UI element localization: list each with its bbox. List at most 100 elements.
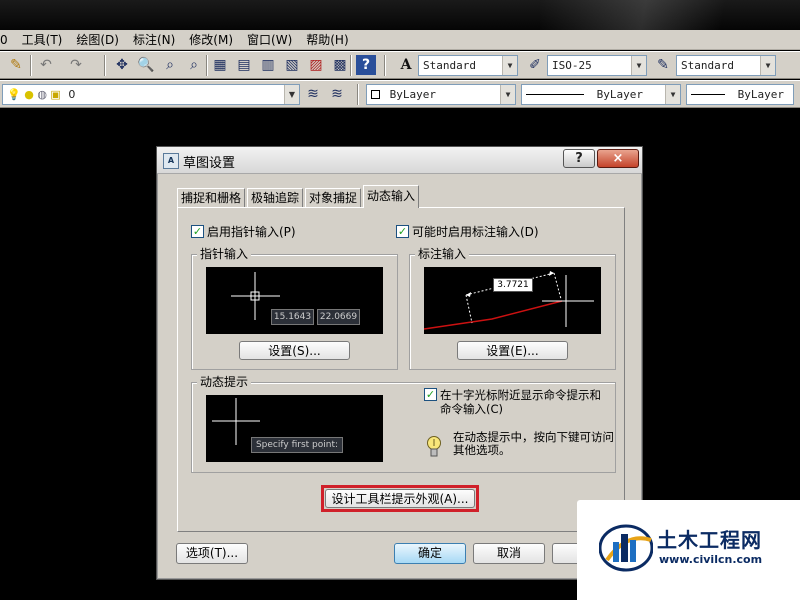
tab-dynamic-input[interactable]: 动态输入 bbox=[363, 185, 420, 208]
redo-icon[interactable]: ↷ bbox=[66, 55, 86, 75]
enable-pointer-input-label: 启用指针输入(P) bbox=[207, 225, 296, 239]
help-icon[interactable]: ? bbox=[356, 55, 376, 75]
layer-previous-icon[interactable]: ≋ bbox=[327, 84, 347, 104]
dialog-title-bar[interactable]: A 草图设置 ? × bbox=[157, 147, 642, 174]
dim-style-icon[interactable]: ✐ bbox=[525, 55, 545, 75]
pan-icon[interactable]: ✥ bbox=[112, 55, 132, 75]
toolbar-separator bbox=[206, 55, 208, 76]
menu-item-tools[interactable]: 工具(T) bbox=[15, 30, 70, 50]
tooltip-appearance-button[interactable]: 设计工具栏提示外观(A)... bbox=[325, 489, 475, 508]
title-help-button[interactable]: ? bbox=[563, 149, 595, 168]
lineweight-select[interactable]: ByLayer bbox=[686, 84, 794, 105]
watermark-title: 土木工程网 bbox=[657, 528, 762, 552]
match-properties-icon[interactable]: ✎ bbox=[6, 55, 26, 75]
show-command-prompts-label: 在十字光标附近显示命令提示和命令输入(C) bbox=[440, 388, 601, 416]
dynamic-prompts-label: 动态提示 bbox=[197, 375, 252, 389]
layer-color-icon: ▣ bbox=[50, 88, 61, 101]
pointer-input-label: 指针输入 bbox=[197, 247, 252, 261]
toolbar-separator bbox=[350, 55, 352, 76]
tab-polar-tracking[interactable]: 极轴追踪 bbox=[247, 188, 304, 207]
dynamic-prompts-preview: Specify first point: bbox=[206, 395, 383, 462]
dim-style-select[interactable]: ISO-25 ▼ bbox=[547, 55, 647, 76]
zoom-previous-icon[interactable]: ⌕ bbox=[184, 55, 204, 75]
menu-item-partial[interactable]: 0 bbox=[0, 30, 15, 50]
dimension-input-preview: 3.7721 bbox=[424, 267, 601, 334]
linetype-value: ByLayer bbox=[596, 88, 643, 101]
tip-text: 在动态提示中，按向下键可访问其他选项。 bbox=[453, 430, 614, 457]
table-style-value: Standard bbox=[681, 59, 734, 72]
site-watermark: 土木工程网 www.civilcn.com bbox=[577, 500, 800, 600]
application-title-bar bbox=[0, 0, 800, 30]
calculator-icon[interactable]: ▩ bbox=[330, 55, 350, 75]
properties-icon[interactable]: ▦ bbox=[210, 55, 230, 75]
chevron-down-icon[interactable]: ▼ bbox=[284, 85, 299, 104]
dimension-input-label: 标注输入 bbox=[415, 247, 470, 261]
menu-item-draw[interactable]: 绘图(D) bbox=[69, 30, 126, 50]
text-style-icon[interactable]: A bbox=[396, 55, 416, 75]
layer-value: 0 bbox=[68, 88, 76, 101]
color-swatch bbox=[371, 90, 380, 99]
markup-icon[interactable]: ▨ bbox=[306, 55, 326, 75]
design-center-icon[interactable]: ▤ bbox=[234, 55, 254, 75]
make-current-icon[interactable]: ≋ bbox=[303, 84, 323, 104]
chevron-down-icon[interactable]: ▼ bbox=[500, 85, 515, 104]
checkmark-icon[interactable]: ✓ bbox=[396, 225, 409, 238]
civilcn-logo-icon bbox=[599, 524, 653, 572]
dialog-title: 草图设置 bbox=[183, 156, 236, 171]
color-select[interactable]: ByLayer ▼ bbox=[366, 84, 516, 105]
enable-pointer-input-checkbox[interactable]: ✓ 启用指针输入(P) bbox=[191, 225, 296, 239]
menu-item-modify[interactable]: 修改(M) bbox=[182, 30, 240, 50]
linetype-sample bbox=[526, 94, 584, 95]
lightbulb-graphic bbox=[427, 436, 441, 457]
chevron-down-icon[interactable]: ▼ bbox=[760, 56, 775, 75]
pointer-input-preview: 15.1643 22.0669 bbox=[206, 267, 383, 334]
table-style-select[interactable]: Standard ▼ bbox=[676, 55, 776, 76]
chevron-down-icon[interactable]: ▼ bbox=[665, 85, 680, 104]
layer-freeze-icon: ● bbox=[24, 88, 34, 101]
options-button[interactable]: 选项(T)... bbox=[176, 543, 248, 564]
menu-item-help[interactable]: 帮助(H) bbox=[299, 30, 355, 50]
layer-select[interactable]: 💡 ● ◍ ▣ 0 ▼ bbox=[2, 84, 300, 105]
close-icon[interactable]: × bbox=[597, 149, 639, 168]
color-value: ByLayer bbox=[389, 88, 436, 101]
lineweight-value: ByLayer bbox=[737, 88, 784, 101]
show-command-prompts-checkbox[interactable]: ✓ 在十字光标附近显示命令提示和命令输入(C) bbox=[424, 388, 612, 416]
table-style-icon[interactable]: ✎ bbox=[653, 55, 673, 75]
lightbulb-icon bbox=[426, 435, 442, 461]
drafting-settings-dialog: A 草图设置 ? × 捕捉和栅格 极轴追踪 对象捕捉 动态输入 ✓ 启用指针输入… bbox=[156, 146, 643, 580]
tab-object-snap[interactable]: 对象捕捉 bbox=[305, 188, 362, 207]
zoom-window-icon[interactable]: ⌕ bbox=[160, 55, 180, 75]
menu-item-window[interactable]: 窗口(W) bbox=[240, 30, 299, 50]
pointer-settings-button[interactable]: 设置(S)... bbox=[239, 341, 350, 360]
command-prompt-tooltip: Specify first point: bbox=[251, 437, 343, 453]
standard-toolbar: ✎ ↶ ↷ ✥ 🔍 ⌕ ⌕ ▦ ▤ ▥ ▧ ▨ ▩ ? A Standard ▼… bbox=[0, 51, 800, 79]
layers-properties-toolbar: 💡 ● ◍ ▣ 0 ▼ ≋ ≋ ByLayer ▼ ByLayer ▼ ByLa… bbox=[0, 80, 800, 108]
enable-dimension-input-checkbox[interactable]: ✓ 可能时启用标注输入(D) bbox=[396, 225, 539, 239]
sheet-set-icon[interactable]: ▧ bbox=[282, 55, 302, 75]
ok-button[interactable]: 确定 bbox=[394, 543, 466, 564]
dimension-input-group: 标注输入 3.7721 设置(E)... bbox=[409, 247, 616, 370]
tool-palettes-icon[interactable]: ▥ bbox=[258, 55, 278, 75]
menu-bar: 0 工具(T) 绘图(D) 标注(N) 修改(M) 窗口(W) 帮助(H) bbox=[0, 30, 800, 50]
watermark-url: www.civilcn.com bbox=[659, 553, 763, 566]
checkmark-icon[interactable]: ✓ bbox=[191, 225, 204, 238]
menu-item-dimension[interactable]: 标注(N) bbox=[126, 30, 182, 50]
toolbar-separator bbox=[30, 55, 32, 76]
tab-snap-grid[interactable]: 捕捉和栅格 bbox=[177, 188, 246, 207]
text-style-value: Standard bbox=[423, 59, 476, 72]
enable-dimension-input-label: 可能时启用标注输入(D) bbox=[412, 225, 539, 239]
lineweight-sample bbox=[691, 94, 725, 95]
checkmark-icon[interactable]: ✓ bbox=[424, 388, 437, 401]
dimension-value-tooltip: 3.7721 bbox=[493, 278, 533, 292]
text-style-select[interactable]: Standard ▼ bbox=[418, 55, 518, 76]
layer-lock-icon: ◍ bbox=[37, 88, 47, 101]
linetype-select[interactable]: ByLayer ▼ bbox=[521, 84, 681, 105]
chevron-down-icon[interactable]: ▼ bbox=[631, 56, 646, 75]
zoom-realtime-icon[interactable]: 🔍 bbox=[136, 55, 156, 75]
undo-icon[interactable]: ↶ bbox=[36, 55, 56, 75]
cancel-button[interactable]: 取消 bbox=[473, 543, 545, 564]
dimension-settings-button[interactable]: 设置(E)... bbox=[457, 341, 568, 360]
autocad-app-icon: A bbox=[163, 153, 179, 169]
chevron-down-icon[interactable]: ▼ bbox=[502, 56, 517, 75]
coord-x-tooltip: 15.1643 bbox=[271, 309, 314, 325]
